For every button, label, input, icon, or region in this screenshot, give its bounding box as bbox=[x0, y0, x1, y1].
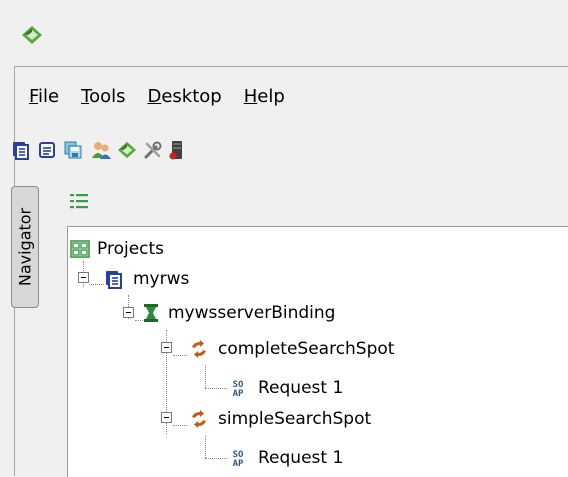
tree-label-request: Request 1 bbox=[258, 448, 344, 468]
tree-label-project: myrws bbox=[133, 269, 190, 289]
import-project-button[interactable] bbox=[35, 138, 59, 162]
collapse-toggle[interactable] bbox=[161, 412, 172, 423]
tree-options-icon[interactable] bbox=[69, 192, 89, 210]
interface-icon bbox=[144, 304, 158, 322]
tree-connector bbox=[205, 458, 227, 459]
title-bar bbox=[0, 0, 568, 66]
preferences-icon bbox=[144, 141, 162, 159]
main-toolbar bbox=[13, 131, 568, 169]
tree-label-operation: simpleSearchSpot bbox=[218, 409, 372, 429]
tree-connector bbox=[205, 365, 206, 388]
tree-node-request[interactable]: SO AP Request 1 bbox=[228, 374, 344, 402]
server-icon bbox=[169, 141, 182, 160]
menu-help[interactable]: Help bbox=[244, 86, 285, 107]
tree-connector bbox=[205, 388, 227, 389]
svg-text:AP: AP bbox=[233, 389, 244, 398]
import-project-icon bbox=[39, 142, 55, 158]
soapui-icon bbox=[117, 141, 137, 159]
tree-connector bbox=[173, 355, 187, 356]
users-icon bbox=[92, 142, 111, 159]
navigator-tree: Projects myrws mywsserverBinding complet… bbox=[67, 226, 568, 477]
operation-icon bbox=[192, 410, 206, 428]
soapui-logo-icon bbox=[22, 26, 42, 44]
navigator-tab-label: Navigator bbox=[15, 207, 35, 287]
new-project-button[interactable] bbox=[9, 138, 33, 162]
tree-connector bbox=[205, 435, 206, 458]
tree-label-operation: completeSearchSpot bbox=[218, 339, 395, 359]
tree-node-request[interactable]: SO AP Request 1 bbox=[228, 444, 344, 472]
save-all-button[interactable] bbox=[61, 138, 85, 162]
main-window: File Tools Desktop Help Navigator Projec… bbox=[11, 66, 568, 477]
svg-text:AP: AP bbox=[233, 459, 244, 468]
tree-connector bbox=[173, 425, 187, 426]
collapse-toggle[interactable] bbox=[123, 307, 134, 318]
save-all-icon bbox=[64, 141, 82, 159]
project-icon bbox=[106, 271, 122, 289]
soap-request-icon: SO AP bbox=[233, 380, 244, 398]
tree-node-project[interactable]: myrws bbox=[104, 265, 189, 293]
collapse-toggle[interactable] bbox=[78, 272, 89, 283]
tree-label-request: Request 1 bbox=[258, 378, 344, 398]
tree-node-operation[interactable]: completeSearchSpot bbox=[188, 335, 394, 363]
menu-bar: File Tools Desktop Help bbox=[15, 75, 568, 117]
tree-node-operation[interactable]: simpleSearchSpot bbox=[188, 405, 371, 433]
tree-connector bbox=[89, 284, 104, 285]
tree-label-projects: Projects bbox=[97, 239, 165, 259]
navigator-tab[interactable]: Navigator bbox=[11, 186, 39, 308]
new-project-icon bbox=[13, 142, 29, 160]
tree-node-projects[interactable]: Projects bbox=[70, 235, 164, 263]
workspace-icon bbox=[70, 240, 90, 258]
menu-desktop[interactable]: Desktop bbox=[147, 86, 221, 107]
collapse-toggle[interactable] bbox=[161, 342, 172, 353]
menu-file[interactable]: File bbox=[29, 86, 59, 107]
operation-icon bbox=[192, 340, 206, 358]
menu-tools[interactable]: Tools bbox=[81, 86, 125, 107]
soapui-button[interactable] bbox=[115, 138, 139, 162]
server-button[interactable] bbox=[165, 138, 189, 162]
soap-request-icon: SO AP bbox=[233, 450, 244, 468]
preferences-button[interactable] bbox=[141, 138, 165, 162]
users-button[interactable] bbox=[89, 138, 113, 162]
tree-connector bbox=[135, 320, 143, 321]
tree-node-interface[interactable]: mywsserverBinding bbox=[143, 299, 335, 327]
tree-label-interface: mywsserverBinding bbox=[168, 303, 336, 323]
